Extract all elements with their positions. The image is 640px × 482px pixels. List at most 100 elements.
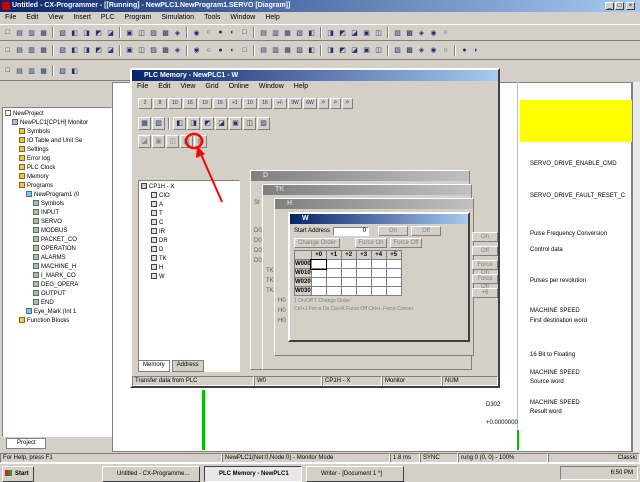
grid-cell[interactable] <box>370 259 387 269</box>
tb2-tool-13-icon[interactable]: ◈ <box>172 45 183 56</box>
tb2-tool-28-icon[interactable]: ◫ <box>373 45 384 56</box>
tb2-tool-21-icon[interactable]: ▦ <box>282 45 293 56</box>
tb3-tool-3-icon[interactable]: ▦ <box>38 65 49 76</box>
tb1-tool-25-icon[interactable]: ◩ <box>337 27 348 38</box>
grid-cell[interactable] <box>370 277 387 287</box>
tb2-tool-24-icon[interactable]: ◨ <box>325 45 336 56</box>
area-h[interactable]: H <box>141 264 237 273</box>
tree-item[interactable]: MACHINE_H <box>5 263 109 272</box>
grid-cell[interactable] <box>310 277 327 287</box>
tb1-tool-30-icon[interactable]: ▩ <box>404 27 415 38</box>
menu-plc[interactable]: PLC <box>101 14 115 21</box>
tb1-tool-14-icon[interactable]: ◉ <box>191 27 202 38</box>
grid-cell[interactable] <box>370 268 387 278</box>
tree-item[interactable]: OPERATION <box>5 245 109 254</box>
change-order-button[interactable]: Change Order <box>294 238 340 248</box>
tree-item[interactable]: Settings <box>5 146 109 155</box>
tb2-tool-15-icon[interactable]: ○ <box>203 45 214 56</box>
tb1-tool-1-icon[interactable]: ▤ <box>14 27 25 38</box>
maximize-button[interactable]: □ <box>615 2 624 10</box>
menu-edit[interactable]: Edit <box>26 14 38 21</box>
menu-file[interactable]: File <box>5 14 16 21</box>
tb1-tool-3-icon[interactable]: ▦ <box>38 27 49 38</box>
tab-memory[interactable]: Memory <box>138 360 170 372</box>
grid-cell[interactable] <box>325 286 342 296</box>
tb2-tool-17-icon[interactable]: ◐ <box>227 45 238 56</box>
menu-tools[interactable]: Tools <box>204 14 220 21</box>
area-w[interactable]: W <box>141 273 237 282</box>
force-on-icon[interactable]: ◪ <box>138 134 151 148</box>
tree-item[interactable]: I_MARK_CO <box>5 272 109 281</box>
zoom-out-icon[interactable]: ⌕ <box>330 97 341 109</box>
tb1-tool-9-icon[interactable]: ▣ <box>124 27 135 38</box>
tree-item[interactable]: IO Table and Unit Se <box>5 137 109 146</box>
force-off-button[interactable]: Force Off <box>390 238 422 248</box>
tb2-tool-11-icon[interactable]: ▨ <box>148 45 159 56</box>
tb1-tool-8-icon[interactable]: ◪ <box>105 27 116 38</box>
memwin-menu-view[interactable]: View <box>180 83 195 90</box>
tb2-tool-16-icon[interactable]: ● <box>215 45 226 56</box>
tb1-tool-4-icon[interactable]: ▧ <box>57 27 68 38</box>
tree-item[interactable]: PACKET_CO <box>5 236 109 245</box>
memwin-format-button[interactable]: 16 <box>183 97 197 109</box>
force-cancel-icon[interactable]: ◫ <box>166 134 179 148</box>
tb1-tool-22-icon[interactable]: ▧ <box>294 27 305 38</box>
memwin-format-button[interactable]: +/- <box>273 97 287 109</box>
tb1-tool-2-icon[interactable]: ▥ <box>26 27 37 38</box>
menu-help[interactable]: Help <box>265 14 279 21</box>
tb2-tool-1-icon[interactable]: ▤ <box>14 45 25 56</box>
area-ir[interactable]: IR <box>141 228 237 237</box>
tb2-tool-32-icon[interactable]: ◉ <box>428 45 439 56</box>
tb1-tool-7-icon[interactable]: ◩ <box>93 27 104 38</box>
stacked-window-button[interactable]: +6 <box>472 288 498 298</box>
memwin-menu-window[interactable]: Window <box>259 83 284 90</box>
tb3-tool-2-icon[interactable]: ▥ <box>26 65 37 76</box>
tree-item[interactable]: OUTPUT <box>5 290 109 299</box>
tree-item[interactable]: INPUT <box>5 209 109 218</box>
grid-cell[interactable] <box>370 286 387 296</box>
tb2-tool-2-icon[interactable]: ▥ <box>26 45 37 56</box>
grid-cell[interactable] <box>355 259 372 269</box>
grid-cell[interactable] <box>310 268 327 278</box>
tb2-tool-6-icon[interactable]: ◨ <box>81 45 92 56</box>
memwin-format-button[interactable]: 8 <box>153 97 167 109</box>
menu-insert[interactable]: Insert <box>73 14 91 21</box>
grid-cell[interactable] <box>340 286 357 296</box>
tb2-tool-20-icon[interactable]: ▥ <box>270 45 281 56</box>
verify-icon[interactable]: ◫ <box>243 116 256 130</box>
tb2-tool-30-icon[interactable]: ▩ <box>404 45 415 56</box>
zoom-in-icon[interactable]: ⌕ <box>318 97 329 109</box>
tb1-tool-6-icon[interactable]: ◨ <box>81 27 92 38</box>
tb3-tool-4-icon[interactable]: ▧ <box>57 65 68 76</box>
tree-item[interactable]: NewPLC1[CP1H] Monitor <box>5 119 109 128</box>
area-t[interactable]: T <box>141 210 237 219</box>
tb1-tool-29-icon[interactable]: ▨ <box>392 27 403 38</box>
tree-item[interactable]: ALARMS <box>5 254 109 263</box>
tb2-tool-31-icon[interactable]: ◈ <box>416 45 427 56</box>
tb2-tool-27-icon[interactable]: ▣ <box>361 45 372 56</box>
memwin-format-button[interactable]: 2 <box>138 97 152 109</box>
tb3-tool-5-icon[interactable]: ◧ <box>69 65 80 76</box>
grid-cell[interactable] <box>355 277 372 287</box>
tree-item[interactable]: Symbols <box>5 128 109 137</box>
grid-cell[interactable] <box>325 259 342 269</box>
project-tab[interactable]: Project <box>6 438 46 449</box>
tb1-tool-0-icon[interactable]: □ <box>2 27 13 38</box>
tree-item[interactable]: Error log <box>5 155 109 164</box>
force-on-button[interactable]: Force On <box>355 238 387 248</box>
grid-cell[interactable] <box>385 277 402 287</box>
tb2-tool-5-icon[interactable]: ◧ <box>69 45 80 56</box>
on-button[interactable]: On <box>378 226 409 236</box>
menu-program[interactable]: Program <box>125 14 152 21</box>
stacked-window-button[interactable]: Off <box>472 246 498 256</box>
monitor-icon[interactable]: ◨ <box>187 116 200 130</box>
tree-item[interactable]: END <box>5 299 109 308</box>
grid-cell[interactable] <box>355 268 372 278</box>
tree-item[interactable]: SERVO <box>5 218 109 227</box>
tb2-tool-14-icon[interactable]: ◉ <box>191 45 202 56</box>
tb1-tool-18-icon[interactable]: □ <box>239 27 250 38</box>
area-c[interactable]: C <box>141 219 237 228</box>
memwin-format-button[interactable]: 10 <box>168 97 182 109</box>
tb2-tool-9-icon[interactable]: ▣ <box>124 45 135 56</box>
tree-item[interactable]: NewProject <box>5 110 109 119</box>
